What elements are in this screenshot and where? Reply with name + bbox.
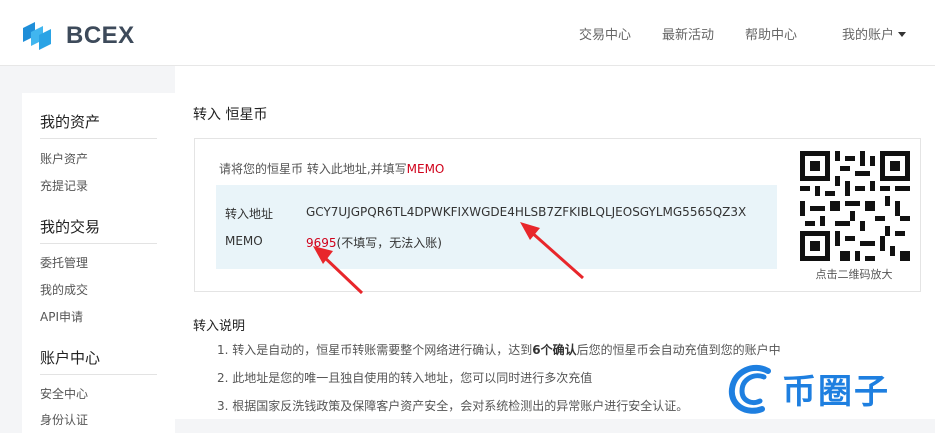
nav-trade-center[interactable]: 交易中心: [579, 24, 631, 43]
sidebar-item-my-trades[interactable]: 我的成交: [40, 281, 88, 298]
sidebar-heading-trading: 我的交易: [40, 218, 101, 236]
address-panel: 转入地址 GCY7UJGPQR6TL4DPWKFIXWGDE4HLSB7ZFKI…: [216, 185, 777, 269]
qr-code-icon[interactable]: [800, 151, 910, 261]
memo-note: (不填写，无法入账): [336, 236, 442, 250]
sidebar-item-account-assets[interactable]: 账户资产: [40, 150, 88, 167]
hint-text: 请将您的恒星币 转入此地址,并填写: [219, 162, 407, 176]
instruction-2: 2. 此地址是您的唯一且独自使用的转入地址，您可以同时进行多次充值: [217, 371, 593, 385]
instruction-3: 3. 根据国家反洗钱政策及保障客户资产安全，会对系统检测出的异常账户进行安全认证…: [217, 399, 689, 413]
nav-latest-activity[interactable]: 最新活动: [662, 24, 714, 43]
bcex-logo-icon: [23, 22, 51, 50]
sidebar-heading-account: 账户中心: [40, 349, 101, 367]
watermark-logo-icon: [728, 364, 771, 414]
instruction-1-bold: 6个确认: [532, 343, 577, 357]
bcex-logo[interactable]: BCEX: [22, 18, 142, 52]
sidebar-heading-assets: 我的资产: [40, 113, 101, 131]
divider: [40, 243, 157, 244]
instruction-1-post: 后您的恒星币会自动充值到您的账户中: [576, 343, 781, 357]
sidebar-item-orders[interactable]: 委托管理: [40, 254, 88, 271]
divider: [40, 138, 157, 139]
nav-my-account-label: 我的账户: [842, 28, 895, 43]
memo-label: MEMO: [225, 234, 263, 248]
memo-value[interactable]: 9695: [306, 236, 337, 250]
logo-text: BCEX: [66, 22, 135, 49]
sidebar-item-deposit-records[interactable]: 充提记录: [40, 177, 88, 194]
instructions-title: 转入说明: [193, 319, 246, 334]
sidebar-item-security[interactable]: 安全中心: [40, 385, 88, 402]
instruction-1-pre: 1. 转入是自动的，恒星币转账需要整个网络进行确认，达到: [217, 343, 533, 357]
memo-value-row: 9695(不填写，无法入账): [306, 234, 442, 251]
sidebar-item-identity[interactable]: 身份认证: [40, 411, 88, 428]
top-header: BCEX 交易中心 最新活动 帮助中心 我的账户: [0, 0, 935, 66]
deposit-card: 请将您的恒星币 转入此地址,并填写MEMO 转入地址 GCY7UJGPQR6TL…: [194, 138, 921, 292]
address-label: 转入地址: [225, 207, 274, 221]
watermark-text: 币圈子: [782, 372, 890, 412]
deposit-hint: 请将您的恒星币 转入此地址,并填写MEMO: [219, 160, 444, 177]
qr-caption[interactable]: 点击二维码放大: [792, 266, 916, 282]
sidebar-item-api[interactable]: API申请: [40, 308, 83, 325]
page-title: 转入 恒星币: [193, 107, 268, 123]
caret-down-icon: [898, 32, 907, 37]
divider: [40, 374, 157, 375]
nav-my-account[interactable]: 我的账户: [842, 24, 907, 43]
address-value[interactable]: GCY7UJGPQR6TL4DPWKFIXWGDE4HLSB7ZFKIBLQLJ…: [306, 205, 746, 219]
sidebar: 我的资产 账户资产 充提记录 我的交易 委托管理 我的成交 API申请 账户中心…: [22, 93, 175, 433]
instruction-1: 1. 转入是自动的，恒星币转账需要整个网络进行确认，达到6个确认后您的恒星币会自…: [217, 341, 781, 358]
hint-memo: MEMO: [406, 162, 445, 176]
nav-help-center[interactable]: 帮助中心: [745, 24, 797, 43]
watermark: 币圈子: [724, 358, 935, 419]
